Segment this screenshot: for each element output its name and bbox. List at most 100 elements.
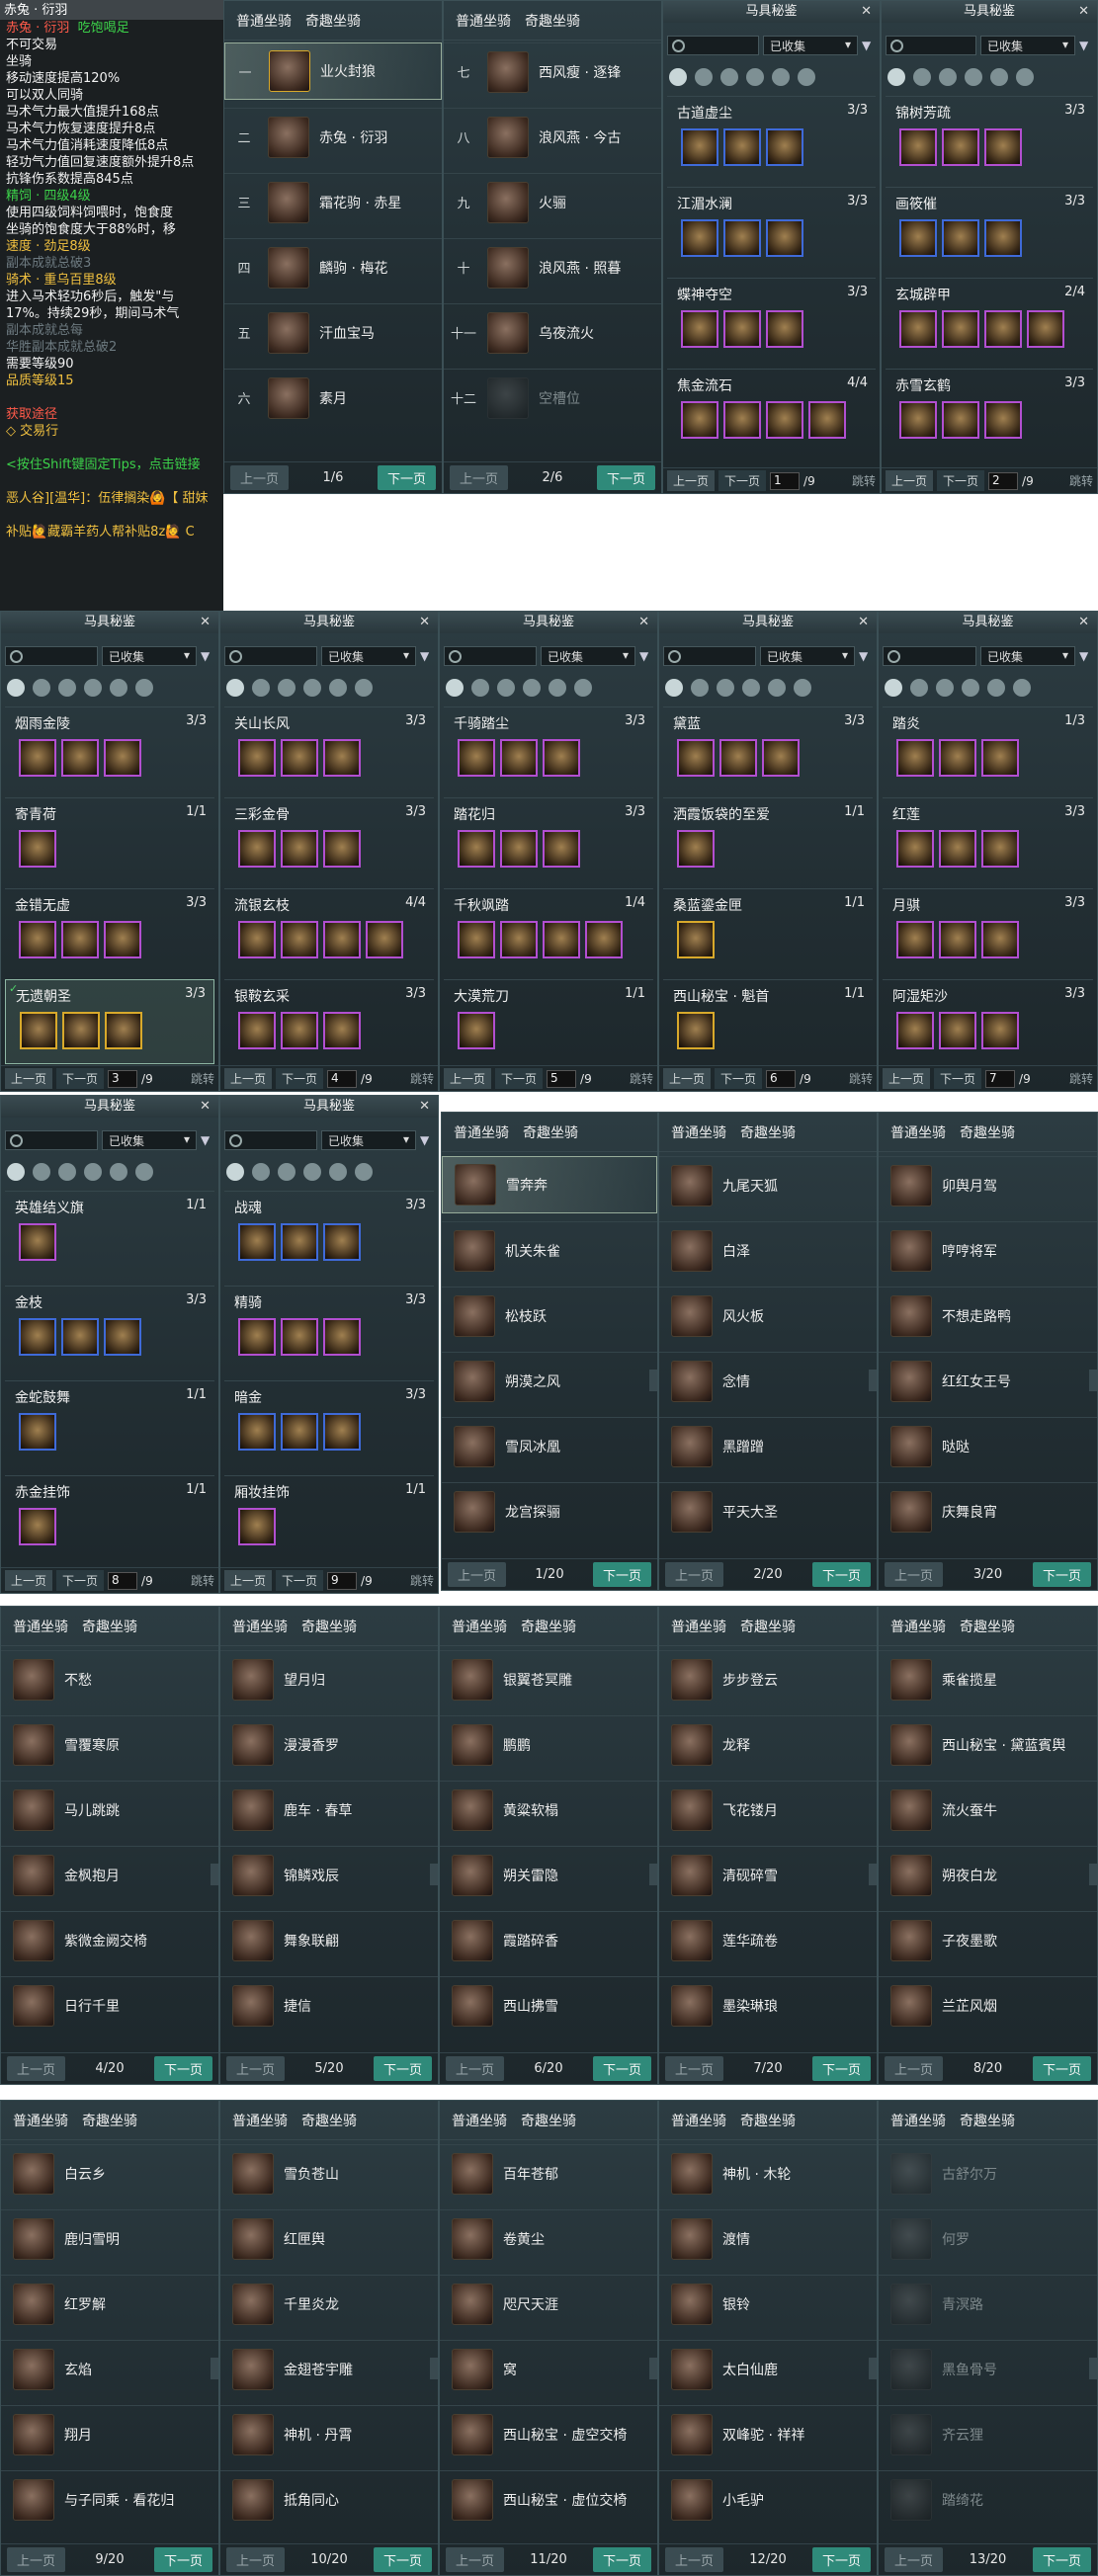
gear-set-row[interactable]: 洒霞饭袋的至爱 1/1 bbox=[663, 797, 873, 882]
search-input[interactable] bbox=[663, 646, 756, 666]
page-number-input[interactable]: 5 bbox=[547, 1069, 577, 1088]
mount-list-item[interactable]: 龙宫探骊 bbox=[442, 1482, 657, 1539]
bridle-icon[interactable] bbox=[303, 1163, 321, 1181]
mount-list-item[interactable]: 念情 bbox=[659, 1352, 877, 1409]
gear-piece-icon[interactable] bbox=[281, 921, 318, 958]
prev-page-button[interactable]: 上一页 bbox=[5, 1570, 53, 1591]
gear-piece-icon[interactable] bbox=[899, 401, 937, 439]
jump-button[interactable]: 跳转 bbox=[191, 1572, 214, 1589]
tab-special-mounts[interactable]: 奇趣坐骑 bbox=[82, 1617, 137, 1636]
collected-filter-select[interactable]: 已收集 ▾ bbox=[321, 1130, 416, 1150]
gear-piece-icon[interactable] bbox=[281, 1413, 318, 1451]
gear-set-row[interactable]: 月骐 3/3 bbox=[883, 888, 1093, 973]
tab-special-mounts[interactable]: 奇趣坐骑 bbox=[960, 1617, 1015, 1636]
mount-list-item[interactable]: 千里炎龙 bbox=[220, 2275, 438, 2332]
gear-piece-icon[interactable] bbox=[458, 830, 495, 868]
jump-button[interactable]: 跳转 bbox=[191, 1070, 214, 1087]
gear-piece-icon[interactable] bbox=[762, 739, 800, 777]
mount-list-item[interactable]: 抵角同心 bbox=[220, 2470, 438, 2528]
gear-piece-icon[interactable] bbox=[20, 1012, 57, 1049]
mount-list-item[interactable]: 红红女王号 bbox=[879, 1352, 1097, 1409]
mount-list-item[interactable]: 古舒尔万 bbox=[879, 2144, 1097, 2202]
mount-list-item[interactable]: 黑蹭蹭 bbox=[659, 1417, 877, 1474]
next-page-button[interactable]: 下一页 bbox=[373, 2547, 432, 2572]
list-icon[interactable] bbox=[669, 68, 687, 86]
mount-list-item[interactable]: 鹿归雪明 bbox=[1, 2209, 218, 2267]
gear-set-row[interactable]: 锦树芳疏 3/3 bbox=[886, 96, 1093, 181]
gear-piece-icon[interactable] bbox=[543, 830, 580, 868]
gear-piece-icon[interactable] bbox=[896, 1012, 934, 1049]
jump-button[interactable]: 跳转 bbox=[1069, 1070, 1093, 1087]
gear-piece-icon[interactable] bbox=[323, 1223, 361, 1261]
prev-page-button[interactable]: 上一页 bbox=[448, 1562, 507, 1587]
mount-list-item[interactable]: 四 麟驹 · 梅花 bbox=[224, 238, 442, 295]
horseshoe-icon[interactable] bbox=[329, 1163, 347, 1181]
gear-piece-icon[interactable] bbox=[766, 128, 803, 166]
next-page-button[interactable]: 下一页 bbox=[811, 2056, 871, 2081]
side-expand-handle[interactable] bbox=[869, 2358, 877, 2379]
gear-piece-icon[interactable] bbox=[981, 739, 1019, 777]
grid-icon[interactable] bbox=[33, 679, 50, 697]
gear-piece-icon[interactable] bbox=[677, 739, 715, 777]
prev-page-button[interactable]: 上一页 bbox=[230, 465, 290, 490]
gear-piece-icon[interactable] bbox=[766, 219, 803, 257]
horseshoe-icon[interactable] bbox=[329, 679, 347, 697]
page-number-input[interactable]: 4 bbox=[327, 1069, 358, 1088]
mount-list-item[interactable]: 十二 空槽位 bbox=[444, 369, 661, 426]
tab-normal-mounts[interactable]: 普通坐骑 bbox=[890, 1122, 946, 1142]
mount-list-item[interactable]: 何罗 bbox=[879, 2209, 1097, 2267]
gear-set-row[interactable]: 古道虚尘 3/3 bbox=[667, 96, 876, 181]
grid-icon[interactable] bbox=[33, 1163, 50, 1181]
gear-set-row[interactable]: 精骑 3/3 bbox=[224, 1286, 434, 1371]
close-icon[interactable]: ✕ bbox=[861, 1, 872, 23]
gear-piece-icon[interactable] bbox=[281, 830, 318, 868]
mount-list-item[interactable]: 清砚碎雪 bbox=[659, 1846, 877, 1903]
bridle-icon[interactable] bbox=[965, 68, 982, 86]
gear-piece-icon[interactable] bbox=[323, 1012, 361, 1049]
funnel-icon[interactable]: ▼ bbox=[201, 1133, 214, 1147]
gear-piece-icon[interactable] bbox=[323, 830, 361, 868]
gear-piece-icon[interactable] bbox=[984, 219, 1022, 257]
prev-page-button[interactable]: 上一页 bbox=[663, 1068, 712, 1089]
prev-page-button[interactable]: 上一页 bbox=[886, 470, 934, 491]
gear-piece-icon[interactable] bbox=[238, 739, 276, 777]
gear-piece-icon[interactable] bbox=[61, 1318, 99, 1356]
tab-special-mounts[interactable]: 奇趣坐骑 bbox=[82, 2111, 137, 2130]
gear-piece-icon[interactable] bbox=[939, 921, 976, 958]
saddle-icon[interactable] bbox=[717, 679, 734, 697]
jump-button[interactable]: 跳转 bbox=[852, 472, 876, 489]
next-page-button[interactable]: 下一页 bbox=[1032, 2547, 1091, 2572]
armor-icon[interactable] bbox=[355, 1163, 373, 1181]
gear-piece-icon[interactable] bbox=[942, 310, 979, 348]
armor-icon[interactable] bbox=[798, 68, 815, 86]
gear-set-row[interactable]: 三彩金骨 3/3 bbox=[224, 797, 434, 882]
gear-set-row[interactable]: 西山秘宝 · 魁首 1/1 bbox=[663, 979, 873, 1064]
gear-piece-icon[interactable] bbox=[677, 1012, 715, 1049]
gear-piece-icon[interactable] bbox=[585, 921, 623, 958]
list-icon[interactable] bbox=[665, 679, 683, 697]
bridle-icon[interactable] bbox=[962, 679, 979, 697]
horseshoe-icon[interactable] bbox=[990, 68, 1008, 86]
mount-list-item[interactable]: 九尾天狐 bbox=[659, 1156, 877, 1213]
bridle-icon[interactable] bbox=[303, 679, 321, 697]
gear-piece-icon[interactable] bbox=[19, 830, 56, 868]
mount-list-item[interactable]: 鹏鹏 bbox=[440, 1715, 657, 1773]
gear-piece-icon[interactable] bbox=[19, 1413, 56, 1451]
mount-list-item[interactable]: 渡情 bbox=[659, 2209, 877, 2267]
gear-piece-icon[interactable] bbox=[238, 830, 276, 868]
mount-list-item[interactable]: 松枝跃 bbox=[442, 1287, 657, 1344]
mount-list-item[interactable]: 西山秘宝 · 虚位交椅 bbox=[440, 2470, 657, 2528]
gear-piece-icon[interactable] bbox=[238, 1223, 276, 1261]
gear-set-row[interactable]: 黛蓝 3/3 bbox=[663, 706, 873, 791]
armor-icon[interactable] bbox=[794, 679, 811, 697]
gear-piece-icon[interactable] bbox=[61, 921, 99, 958]
gear-piece-icon[interactable] bbox=[899, 219, 937, 257]
prev-page-button[interactable]: 上一页 bbox=[885, 1562, 944, 1587]
mount-list-item[interactable]: 金枫抱月 bbox=[1, 1846, 218, 1903]
mount-list-item[interactable]: 百年苍郁 bbox=[440, 2144, 657, 2202]
prev-page-button[interactable]: 上一页 bbox=[885, 2547, 944, 2572]
gear-set-row[interactable]: 画筱催 3/3 bbox=[886, 187, 1093, 272]
gear-set-row[interactable]: 大漠荒刀 1/1 bbox=[444, 979, 653, 1064]
gear-set-row[interactable]: 金错无虚 3/3 bbox=[5, 888, 214, 973]
gear-piece-icon[interactable] bbox=[808, 401, 846, 439]
